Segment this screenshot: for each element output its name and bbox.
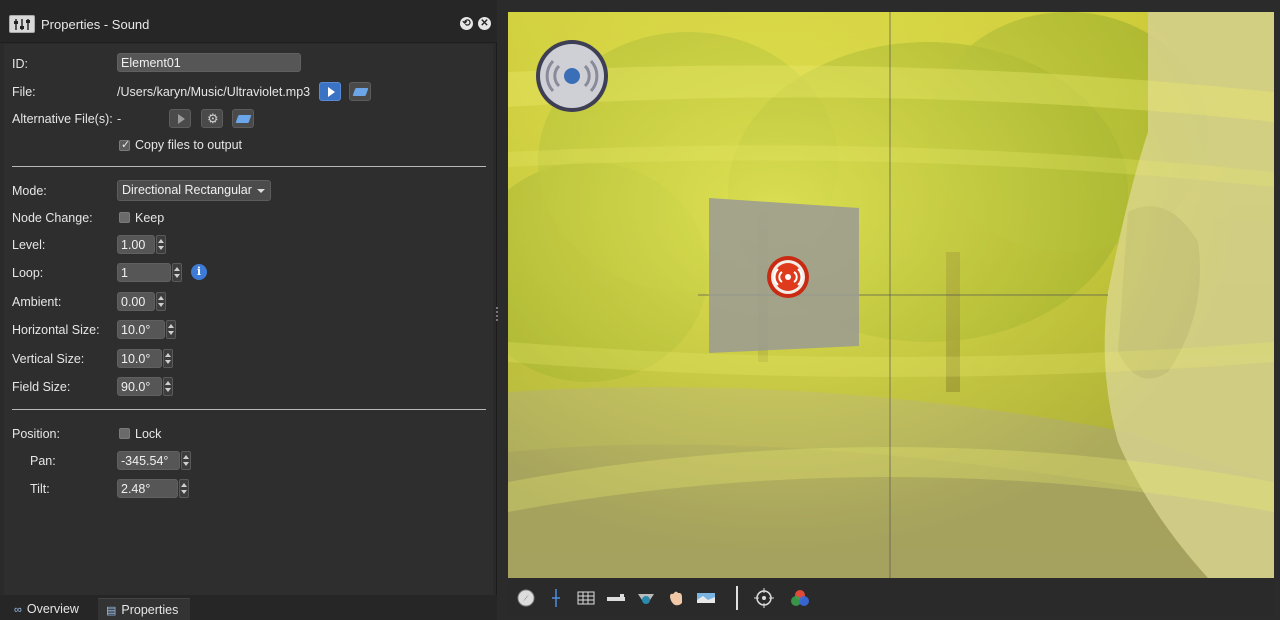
close-icon[interactable]: ✕ [478,17,491,30]
vsize-label: Vertical Size: [12,352,85,366]
tab-overview[interactable]: ∞ Overview [6,598,92,620]
tab-properties[interactable]: ▤ Properties [98,598,190,620]
mode-value: Directional Rectangular [122,183,252,197]
panel-title: Properties - Sound [41,17,150,32]
loop-stepper[interactable] [172,263,182,282]
ruler-icon[interactable] [606,588,626,608]
panorama-image [508,12,1274,578]
grid-icon[interactable] [576,588,596,608]
alt-files-label: Alternative File(s): [12,112,113,126]
hsize-input[interactable]: 10.0° [117,320,165,339]
separator [12,166,486,167]
app-window: Properties - Sound ⟲ ✕ ID: Element01 Fil… [0,0,1280,620]
sound-marker-icon[interactable] [766,255,810,299]
panel-titlebar: Properties - Sound ⟲ ✕ [0,0,497,43]
copy-files-label: Copy files to output [135,138,243,152]
position-label: Position: [12,427,60,441]
hsize-stepper[interactable] [166,320,176,339]
hsize-label: Horizontal Size: [12,323,100,337]
open-file-button[interactable] [349,82,371,101]
tab-properties-label: Properties [121,603,179,617]
pan-label: Pan: [30,454,56,468]
properties-icon: ▤ [106,605,117,617]
tilt-label: Tilt: [30,482,50,496]
fsize-input[interactable]: 90.0° [117,377,162,396]
file-path: /Users/karyn/Music/Ultraviolet.mp3 [117,85,311,99]
level-stepper[interactable] [156,235,166,254]
info-icon[interactable]: i [191,264,207,280]
lock-label: Lock [135,427,162,441]
level-input[interactable]: 1.00 [117,235,155,254]
tilt-stepper[interactable] [179,479,189,498]
file-label: File: [12,85,36,99]
copy-files-checkbox[interactable] [119,138,130,151]
pan-input[interactable]: -345.54° [117,451,180,470]
ambient-stepper[interactable] [156,292,166,311]
properties-form: ID: Element01 File: /Users/karyn/Music/U… [4,44,493,595]
level-label: Level: [12,238,46,252]
mode-select[interactable]: Directional Rectangular [117,180,271,201]
panel-tabs: ∞ Overview ▤ Properties [0,595,497,620]
loop-label: Loop: [12,266,44,280]
pan-stepper[interactable] [181,451,191,470]
separator [12,409,486,410]
id-label: ID: [12,57,28,71]
properties-panel: Properties - Sound ⟲ ✕ ID: Element01 Fil… [0,0,497,620]
toolbar-divider [736,586,738,610]
vsize-input[interactable]: 10.0° [117,349,162,368]
panel-splitter[interactable] [496,305,499,323]
alt-play-button[interactable] [169,109,191,128]
tilt-input[interactable]: 2.48° [117,479,178,498]
id-input[interactable]: Element01 [117,53,301,72]
chevron-down-icon [257,189,265,193]
target-icon[interactable] [754,588,774,608]
play-button[interactable] [319,82,341,101]
node-change-label: Node Change: [12,211,93,225]
hand-icon[interactable] [666,588,686,608]
panorama-viewer[interactable] [508,12,1274,578]
alt-open-button[interactable] [232,109,254,128]
mode-label: Mode: [12,184,47,198]
tab-overview-label: Overview [26,602,79,616]
viewer-toolbar [508,580,1274,616]
ambient-input[interactable]: 0.00 [117,292,155,311]
float-icon[interactable]: ⟲ [460,17,473,30]
fsize-label: Field Size: [12,380,71,394]
panorama-icon[interactable] [696,588,716,608]
ambient-label: Ambient: [12,295,62,309]
keep-checkbox[interactable] [119,212,130,223]
mixer-icon [9,15,35,33]
sound-source-icon[interactable] [535,39,609,113]
alt-files-value: - [117,112,122,126]
fsize-stepper[interactable] [163,377,173,396]
lock-checkbox[interactable] [119,428,130,439]
loop-input[interactable]: 1 [117,263,171,282]
compass-icon[interactable] [516,588,536,608]
vsize-stepper[interactable] [163,349,173,368]
color-circles-icon[interactable] [790,588,810,608]
crosshair-line-icon[interactable] [546,588,566,608]
binoculars-icon: ∞ [14,604,22,616]
alt-settings-button[interactable] [201,109,223,128]
keep-label: Keep [135,211,165,225]
eye-icon[interactable] [636,588,656,608]
